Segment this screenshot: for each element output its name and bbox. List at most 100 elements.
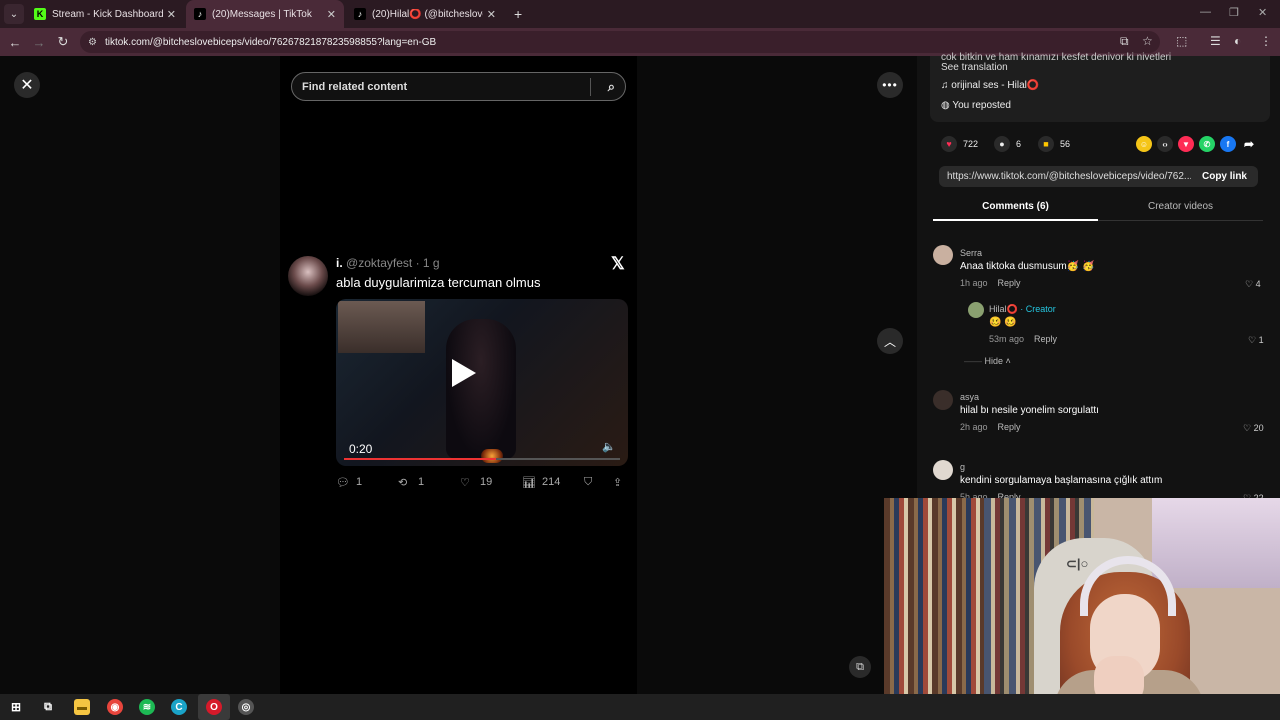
spotify-icon[interactable]: ≋ [139,699,155,715]
bookshelf [884,498,984,720]
chrome-icon[interactable]: ◉ [107,699,123,715]
search-icon[interactable]: ⌕ [608,79,615,95]
restore-icon[interactable]: ❐ [1229,6,1239,19]
save-stat[interactable]: ■ 56 [1038,136,1070,152]
obs-icon[interactable]: ◎ [238,699,254,715]
search-placeholder: Find related content [302,80,408,93]
bookmark-star-icon[interactable]: ☆ [1142,34,1153,48]
new-tab-button[interactable]: + [514,6,522,22]
profile-avatar-icon[interactable]: ◐ [1234,34,1241,48]
reposted-label: You reposted [952,100,1011,111]
search-divider [590,78,591,96]
window-light [1152,498,1280,588]
video-link-field[interactable]: https://www.tiktok.com/@bitcheslovebicep… [939,166,1191,187]
retweet-icon: ⟲ [398,477,408,489]
extensions-icon[interactable]: ⬚ [1176,34,1187,48]
tweet-author: i. @zoktayfest · 1 g [336,256,440,270]
sound-row[interactable]: ♫ orijinal ses - Hilal⭕ [941,80,1039,91]
site-info-icon[interactable]: ⚙ [88,37,97,48]
window-close-icon[interactable]: ✕ [1258,6,1267,19]
comment-meta: 2h ago Reply [960,422,1021,432]
avatar[interactable] [933,245,953,265]
bookmark-icon: ⛉ [584,476,593,488]
close-viewer-button[interactable]: ✕ [14,72,40,98]
close-icon[interactable]: ✕ [327,8,336,21]
related-search-input[interactable]: Find related content ⌕ [291,72,626,101]
chair-logo: ⊂|○ [1066,556,1089,571]
play-icon [452,359,476,387]
comment-count: 6 [1016,139,1022,149]
like-stat[interactable]: ♥ 722 [941,136,978,152]
comment-like[interactable]: ♡ 1 [1248,335,1264,346]
install-app-icon[interactable]: ⧉ [1120,34,1129,49]
taskbar: ⊞ ⧉ ▬ ◉ ≋ C O ◎ [0,694,1280,720]
reading-list-icon[interactable]: ☰ [1210,34,1221,48]
more-options-button[interactable]: ••• [877,72,903,98]
tab-tiktok-messages[interactable]: ♪ (20)Messages | TikTok ✕ [186,0,344,28]
copilot-icon[interactable]: C [171,699,187,715]
comment-time: 53m ago [989,334,1025,344]
close-icon[interactable]: ✕ [167,8,176,21]
reply-count: 1 [356,476,363,488]
tweet-actions: 💬︎ 1 ⟲ 1 ♡ 19 📊︎ 214 ⛉ ⇪ [336,476,628,492]
address-bar[interactable]: ⚙ tiktok.com/@bitcheslovebiceps/video/76… [80,31,1160,53]
like-count: 722 [963,139,979,149]
whatsapp-icon[interactable]: ✆ [1199,136,1215,152]
comment-text: hilal bı nesile yonelim sorgulattı [960,405,1099,416]
forward-icon[interactable]: → [28,31,50,53]
file-explorer-icon[interactable]: ▬ [74,699,90,715]
previous-video-button[interactable]: ︿ [877,328,903,354]
comment-like[interactable]: ♡ 20 [1243,423,1264,434]
reply-button[interactable]: Reply [998,278,1021,288]
back-icon[interactable]: ← [4,31,26,53]
view-count: 214 [542,476,561,488]
comment-username[interactable]: Hilal⭕ · Creator [989,304,1056,315]
tab-title: Stream - Kick Dashboard [52,8,163,20]
comment-icon: ● [994,136,1010,152]
kick-icon: K [34,8,46,20]
webcam-overlay: ⊂|○ [884,498,1280,720]
avatar[interactable] [968,302,984,318]
copy-link-button[interactable]: Copy link [1191,166,1258,187]
comment-text: Anaa tiktoka dusmusum🥳 🥳 [960,261,1095,272]
comment-meta: 53m ago Reply [989,334,1057,344]
reply-button[interactable]: Reply [1034,334,1057,344]
avatar[interactable] [933,390,953,410]
reload-icon[interactable]: ↻ [52,31,74,53]
windows-start-icon[interactable]: ⊞ [8,699,24,715]
see-translation-link[interactable]: See translation [941,62,1008,73]
tab-tiktok-profile[interactable]: ♪ (20)Hilal⭕ (@bitcheslovebicep ✕ [346,0,504,28]
floating-player-icon[interactable]: ⧉ [849,656,871,678]
comment-username[interactable]: g [960,462,965,472]
hide-replies-button[interactable]: —— Hide ˄ [964,356,1011,366]
facebook-icon[interactable]: f [1220,136,1236,152]
repost-row: ◍ You reposted [941,100,1011,111]
task-view-icon[interactable]: ⧉ [40,699,56,715]
comment-username[interactable]: asya [960,392,979,402]
embed-badge-icon[interactable]: ☺ [1136,136,1152,152]
minimize-icon[interactable]: — [1200,6,1211,18]
comment-like-count: 20 [1253,423,1264,433]
tab-creator-videos[interactable]: Creator videos [1098,201,1263,221]
menu-icon[interactable]: ⋮ [1260,34,1272,48]
send-icon[interactable]: ▼ [1178,136,1194,152]
tiktok-icon: ♪ [194,8,206,20]
tab-kick-dashboard[interactable]: K Stream - Kick Dashboard ✕ [26,0,184,28]
comment-stat[interactable]: ● 6 [994,136,1021,152]
embed-code-icon[interactable]: ‹› [1157,136,1173,152]
reply-button[interactable]: Reply [998,422,1021,432]
comment-username[interactable]: Serra [960,248,982,258]
tab-comments[interactable]: Comments (6) [933,201,1098,221]
opera-gx-icon[interactable]: O [206,699,222,715]
tab-search-button[interactable]: ⌄ [4,4,24,24]
comment-meta: 1h ago Reply [960,278,1021,288]
retweet-count: 1 [418,476,425,488]
reply-username[interactable]: Hilal⭕ [989,304,1018,314]
views-icon: 📊︎ [522,477,536,489]
close-icon[interactable]: ✕ [487,8,496,21]
repost-avatar-icon: ◍ [941,100,950,111]
share-arrow-icon[interactable]: ➦ [1241,136,1257,152]
comment-like[interactable]: ♡ 4 [1245,279,1261,290]
avatar[interactable] [933,460,953,480]
music-note-icon: ♫ [941,80,949,91]
